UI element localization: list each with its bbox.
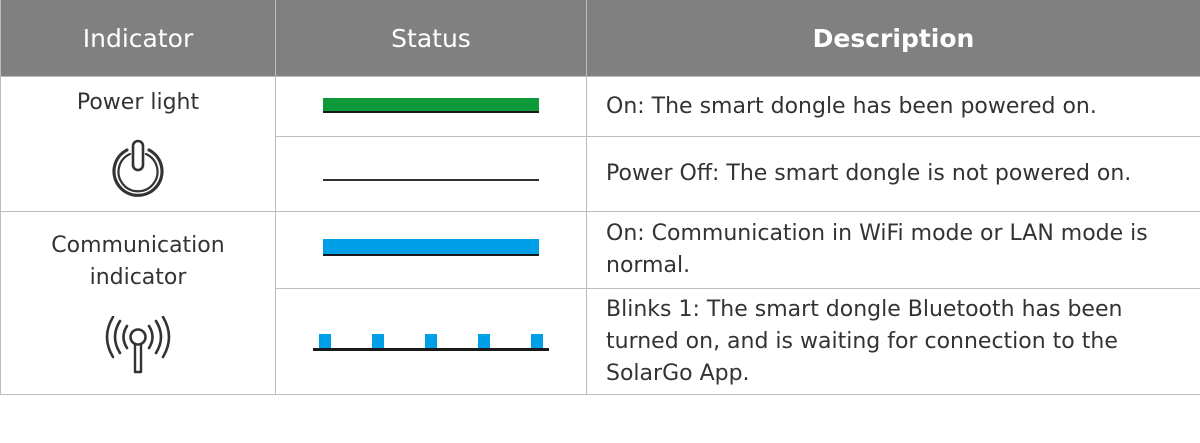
- status-bar-solid-green: [323, 97, 539, 113]
- blink-block: [372, 333, 384, 348]
- status-blink-pattern: [313, 333, 549, 351]
- table-row: Power light On: The smart dongle has bee…: [0, 76, 1200, 212]
- blink-block: [425, 333, 437, 348]
- blink-block: [531, 333, 543, 348]
- status-communication-on: [275, 211, 587, 289]
- power-icon: [112, 139, 164, 197]
- header-status: Status: [275, 0, 587, 77]
- indicator-power-cell: Power light: [0, 76, 276, 212]
- indicator-communication-cell: Communication indicator: [0, 211, 276, 395]
- indicator-table: Indicator Status Description Power light…: [0, 0, 1200, 395]
- description-power-off: Power Off: The smart dongle is not power…: [586, 136, 1200, 212]
- blink-block: [319, 333, 331, 348]
- blink-baseline: [313, 347, 549, 351]
- description-communication-on: On: Communication in WiFi mode or LAN mo…: [586, 211, 1200, 289]
- status-bar-solid-blue: [323, 239, 539, 256]
- blink-block: [478, 333, 490, 348]
- indicator-label-communication: Communication indicator: [51, 233, 225, 290]
- description-power-on: On: The smart dongle has been powered on…: [586, 76, 1200, 137]
- header-indicator: Indicator: [0, 0, 276, 77]
- status-power-off: [275, 136, 587, 212]
- status-power-on: [275, 76, 587, 137]
- indicator-label-power: Power light: [76, 90, 200, 115]
- status-bar-off-line: [323, 179, 539, 181]
- table-header-row: Indicator Status Description: [0, 0, 1200, 77]
- header-description: Description: [586, 0, 1200, 77]
- status-communication-blink: [275, 288, 587, 395]
- signal-antenna-icon: [105, 316, 171, 374]
- description-communication-blink: Blinks 1: The smart dongle Bluetooth has…: [586, 288, 1200, 395]
- table-row: Communication indicator On: Communicatio…: [0, 211, 1200, 395]
